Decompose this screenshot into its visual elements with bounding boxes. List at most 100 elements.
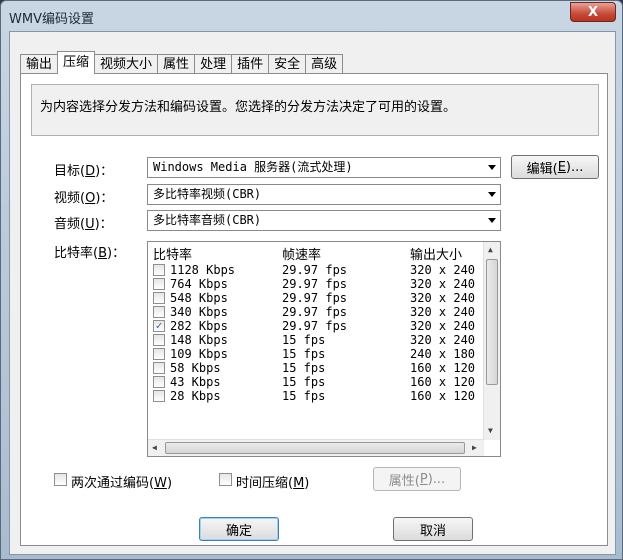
tab-processing[interactable]: 处理 [194,54,233,74]
bitrate-cell: 340 Kbps [170,305,228,319]
dialog-window: WMV编码设置 X 输出 压缩 视频大小 属性 处理 插件 安全 高级 为内容选… [0,0,623,560]
tab-advanced[interactable]: 高级 [305,54,344,74]
close-button[interactable]: X [570,2,616,22]
list-item[interactable]: 340 Kbps 29.97 fps 320 x 240 [148,305,484,319]
list-item[interactable]: 548 Kbps 29.97 fps 320 x 240 [148,291,484,305]
dialog-client: 输出 压缩 视频大小 属性 处理 插件 安全 高级 为内容选择分发方法和编码设置… [9,31,616,555]
horizontal-scrollbar[interactable]: ◀ ▶ [148,439,484,456]
row-checkbox[interactable] [153,264,165,276]
chevron-down-icon [488,218,496,223]
output-size-cell: 240 x 180 [410,347,476,361]
list-header: 比特率 帧速率 输出大小 [148,242,484,263]
audio-select[interactable]: 多比特率音频(CBR) [147,210,501,231]
row-checkbox[interactable] [153,362,165,374]
row-checkbox[interactable] [153,390,165,402]
scroll-right-icon[interactable]: ▶ [472,443,477,452]
list-item[interactable]: 1128 Kbps 29.97 fps 320 x 240 [148,263,484,277]
output-size-cell: 320 x 240 [410,291,476,305]
bitrate-cell: 43 Kbps [170,375,221,389]
output-size-cell: 160 x 120 [410,361,476,375]
time-compress-label[interactable]: 时间压缩(M) [236,472,309,491]
output-size-cell: 320 x 240 [410,305,476,319]
video-select[interactable]: 多比特率视频(CBR) [147,184,501,205]
bitrate-cell: 58 Kbps [170,361,221,375]
output-size-cell: 320 x 240 [410,319,476,333]
time-compress-checkbox[interactable] [219,473,232,486]
bitrate-cell: 148 Kbps [170,333,228,347]
tab-security[interactable]: 安全 [268,54,307,74]
scroll-left-icon[interactable]: ◀ [152,443,157,452]
framerate-cell: 15 fps [282,375,326,389]
list-item[interactable]: 764 Kbps 29.97 fps 320 x 240 [148,277,484,291]
audio-label: 音频(U)： [54,217,113,232]
row-checkbox[interactable]: ✓ [153,320,165,332]
close-icon: X [587,4,599,20]
tab-video-size[interactable]: 视频大小 [94,54,159,74]
tab-properties[interactable]: 属性 [157,54,196,74]
compression-panel: 为内容选择分发方法和编码设置。您选择的分发方法决定了可用的设置。 目标(D)： … [20,73,608,546]
list-rows: 1128 Kbps 29.97 fps 320 x 240 764 Kbps 29.97… [148,263,484,403]
title-bar[interactable]: WMV编码设置 X [1,1,622,31]
chevron-down-icon [488,192,496,197]
row-checkbox[interactable] [153,376,165,388]
properties-button[interactable]: 属性(P)... [373,467,461,491]
output-size-cell: 160 x 120 [410,389,476,403]
two-pass-checkbox[interactable] [54,473,67,486]
list-item[interactable]: 43 Kbps 15 fps 160 x 120 [148,375,484,389]
window-title: WMV编码设置 [9,12,94,27]
tab-output[interactable]: 输出 [20,54,59,74]
list-item[interactable]: ✓ 282 Kbps 29.97 fps 320 x 240 [148,319,484,333]
output-size-cell: 320 x 240 [410,277,476,291]
video-label: 视频(O)： [54,191,114,206]
two-pass-label[interactable]: 两次通过编码(W) [71,472,172,491]
row-checkbox[interactable] [153,292,165,304]
framerate-cell: 29.97 fps [282,319,348,333]
framerate-cell: 29.97 fps [282,263,348,277]
audio-value: 多比特率音频(CBR) [153,213,262,227]
video-value: 多比特率视频(CBR) [153,187,262,201]
row-checkbox[interactable] [153,334,165,346]
bitrate-cell: 1128 Kbps [170,263,236,277]
framerate-cell: 15 fps [282,361,326,375]
target-select[interactable]: Windows Media 服务器(流式处理) [147,157,501,178]
scroll-down-icon[interactable]: ▼ [488,426,493,435]
horizontal-scroll-thumb[interactable] [165,442,465,454]
list-item[interactable]: 28 Kbps 15 fps 160 x 120 [148,389,484,403]
framerate-cell: 15 fps [282,389,326,403]
framerate-cell: 29.97 fps [282,277,348,291]
bitrate-cell: 109 Kbps [170,347,228,361]
ok-button[interactable]: 确定 [199,517,279,541]
bitrate-cell: 282 Kbps [170,319,228,333]
list-item[interactable]: 148 Kbps 15 fps 320 x 240 [148,333,484,347]
output-size-cell: 320 x 240 [410,333,476,347]
framerate-cell: 29.97 fps [282,291,348,305]
framerate-cell: 15 fps [282,333,326,347]
target-value: Windows Media 服务器(流式处理) [153,160,353,174]
column-header-bitrate[interactable]: 比特率 [153,244,192,263]
tab-strip: 输出 压缩 视频大小 属性 处理 插件 安全 高级 [20,51,344,74]
row-checkbox[interactable] [153,278,165,290]
list-item[interactable]: 58 Kbps 15 fps 160 x 120 [148,361,484,375]
vertical-scrollbar[interactable]: ▲ ▼ [483,242,500,440]
column-header-output-size[interactable]: 输出大小 [410,244,462,263]
tab-plugins[interactable]: 插件 [231,54,270,74]
vertical-scroll-thumb[interactable] [486,259,498,385]
row-checkbox[interactable] [153,306,165,318]
bitrate-cell: 764 Kbps [170,277,228,291]
bitrate-label: 比特率(B)： [54,246,126,261]
list-item[interactable]: 109 Kbps 15 fps 240 x 180 [148,347,484,361]
edit-button[interactable]: 编辑(E)... [511,155,599,179]
cancel-button[interactable]: 取消 [393,517,473,541]
target-label: 目标(D)： [54,164,114,179]
chevron-down-icon [488,165,496,170]
bitrate-list[interactable]: 比特率 帧速率 输出大小 1128 Kbps 29.97 fps 320 x 240… [147,241,501,457]
bitrate-cell: 548 Kbps [170,291,228,305]
bitrate-cell: 28 Kbps [170,389,221,403]
output-size-cell: 320 x 240 [410,263,476,277]
row-checkbox[interactable] [153,348,165,360]
column-header-framerate[interactable]: 帧速率 [282,244,321,263]
info-box: 为内容选择分发方法和编码设置。您选择的分发方法决定了可用的设置。 [31,84,599,136]
tab-compression[interactable]: 压缩 [57,51,96,74]
framerate-cell: 29.97 fps [282,305,348,319]
scroll-up-icon[interactable]: ▲ [488,245,493,254]
